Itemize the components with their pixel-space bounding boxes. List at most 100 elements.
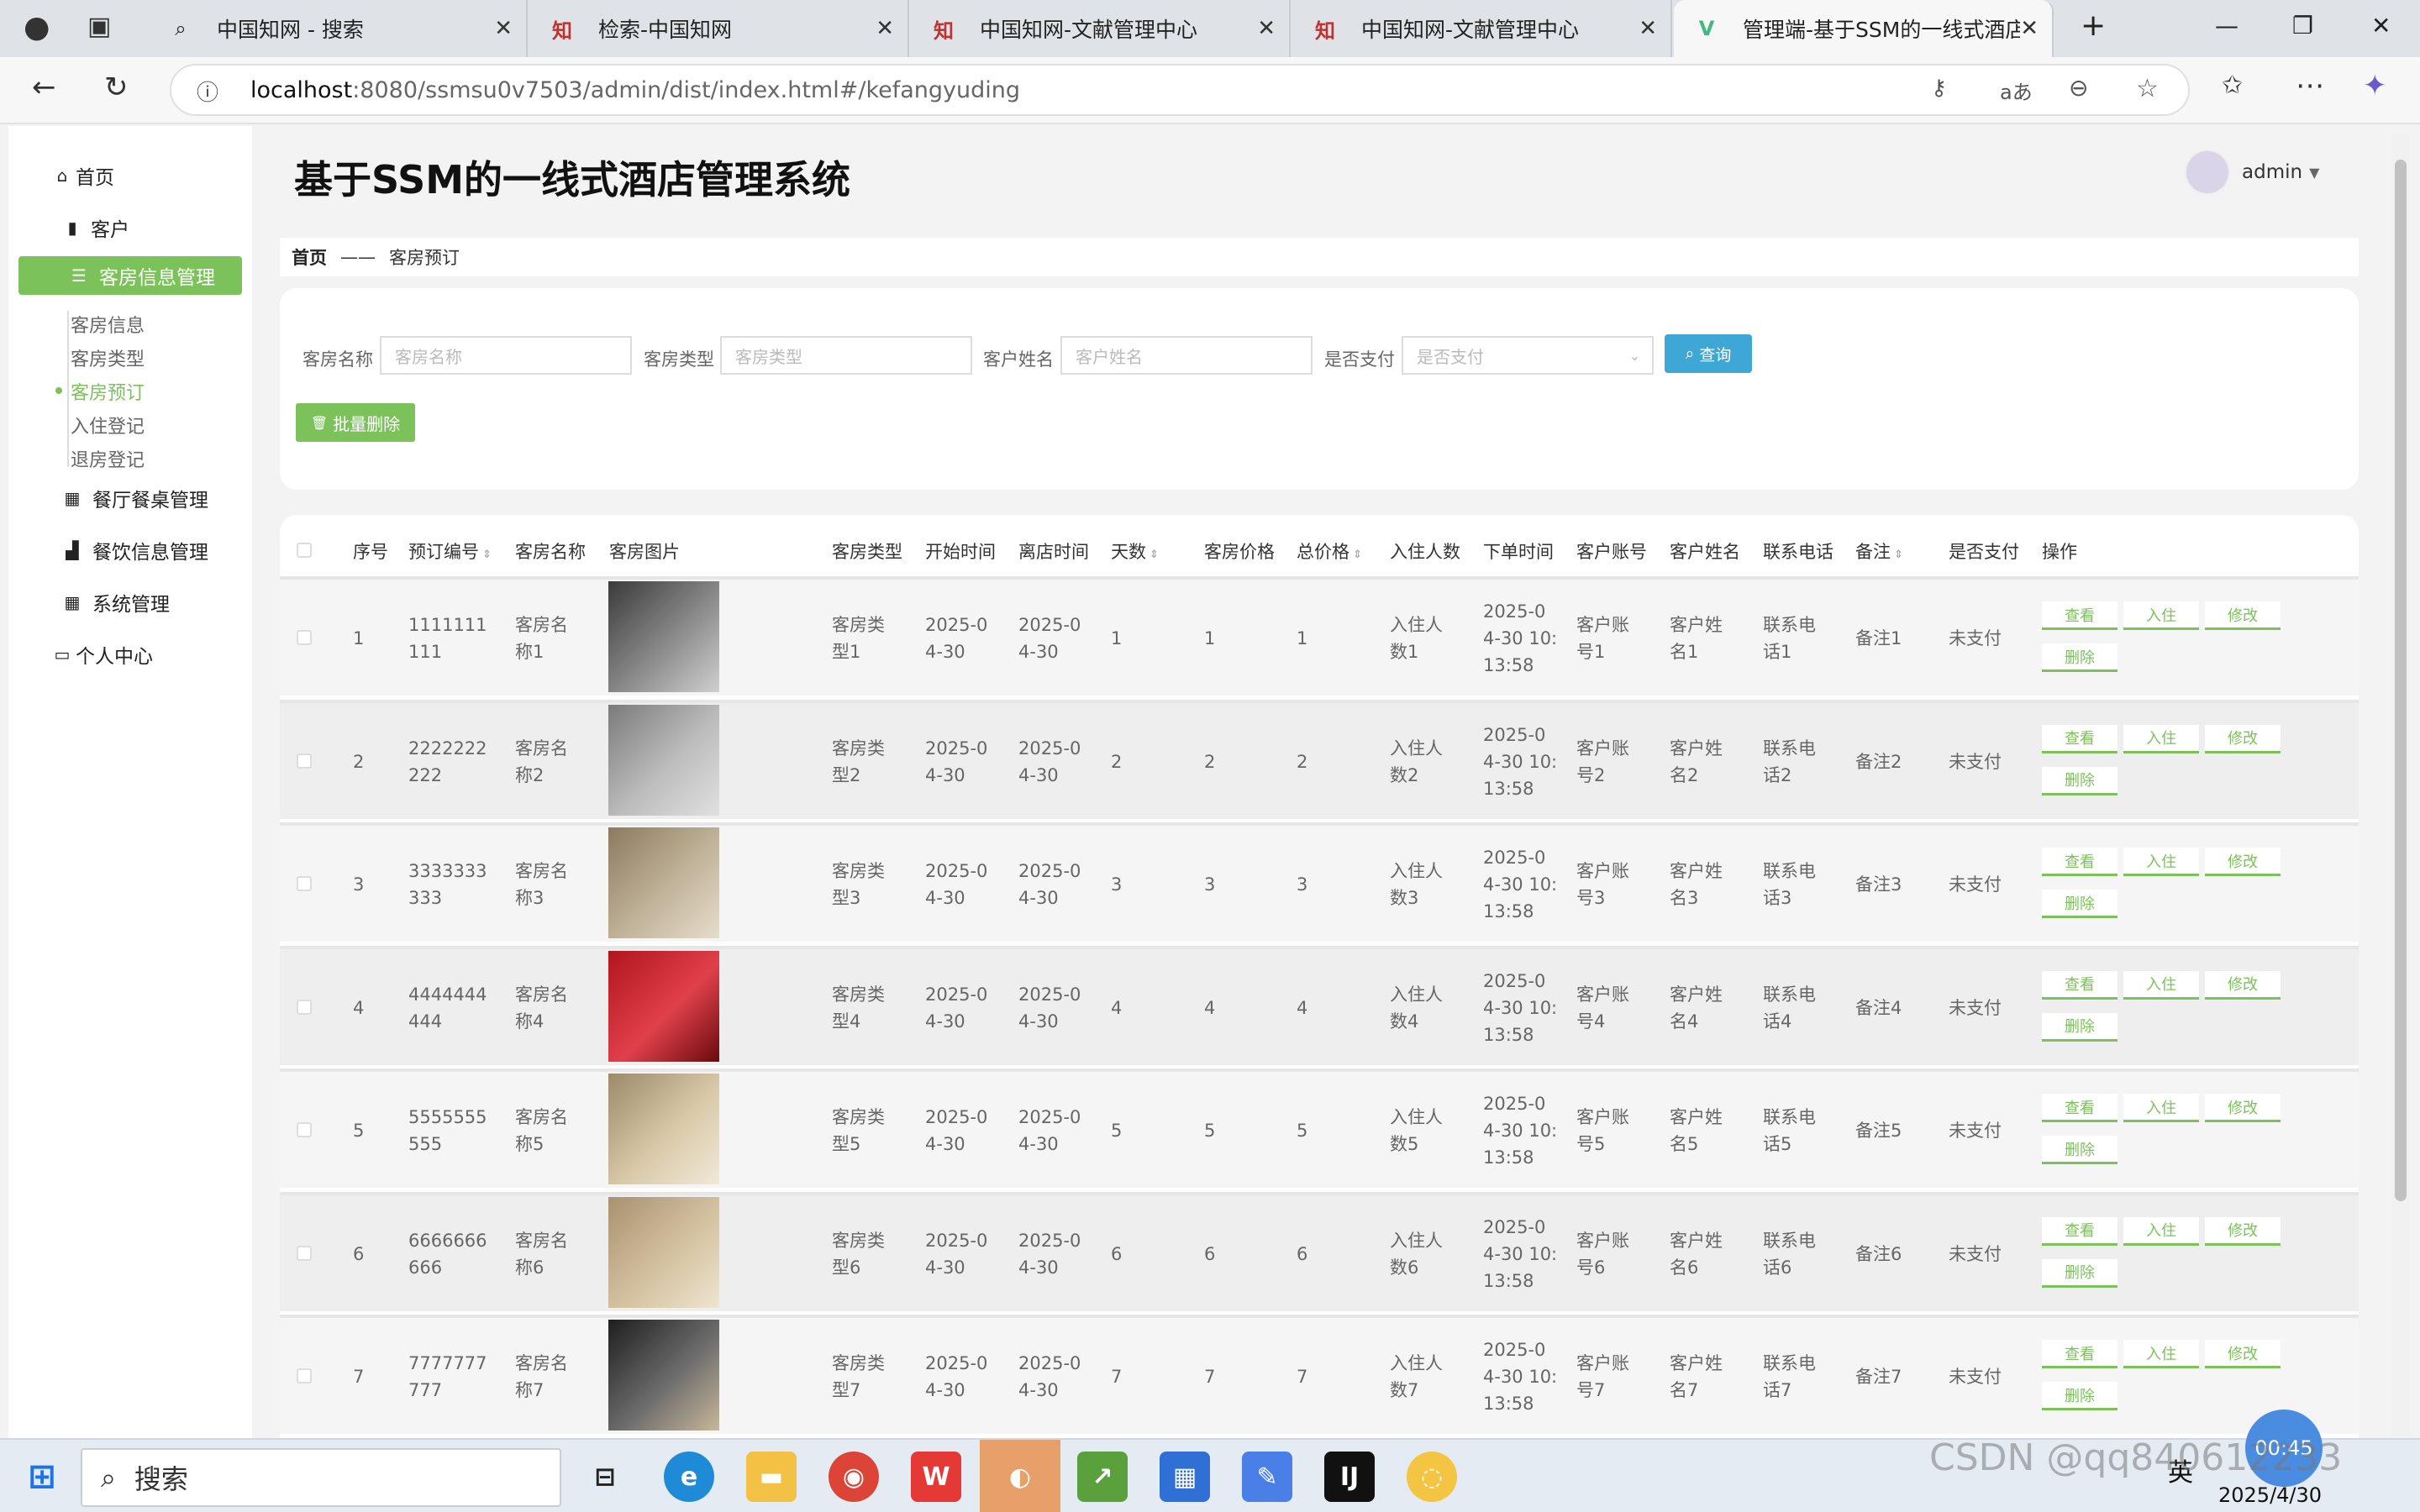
scrollbar-thumb[interactable] bbox=[2395, 160, 2407, 1201]
key-icon[interactable]: ⚷ bbox=[1931, 76, 1947, 101]
sidebar-item-restaurant[interactable]: ▦ 餐厅餐桌管理 bbox=[8, 484, 252, 512]
edit-button[interactable]: 修改 bbox=[2205, 724, 2281, 753]
refresh-icon[interactable]: ↻ bbox=[104, 71, 129, 104]
browser-tab[interactable]: 知 中国知网-文献管理中心 ✕ bbox=[911, 0, 1291, 57]
edit-button[interactable]: 修改 bbox=[2205, 970, 2281, 1000]
sort-icon[interactable]: ⇕ bbox=[1150, 549, 1159, 561]
delete-button[interactable]: 删除 bbox=[2042, 1012, 2118, 1042]
tab-actions-icon[interactable]: ▣ bbox=[87, 12, 111, 41]
jetbrains-icon[interactable]: IJ bbox=[1324, 1452, 1375, 1502]
window-close-icon[interactable]: ✕ bbox=[2371, 12, 2391, 39]
edit-button[interactable]: 修改 bbox=[2205, 848, 2281, 876]
customer-name-input[interactable]: 客户姓名 bbox=[1060, 336, 1313, 375]
windows-start-icon[interactable]: ⊞ bbox=[17, 1452, 67, 1502]
wechat-icon[interactable]: ◐ bbox=[980, 1440, 1060, 1512]
sidebar-item-profile[interactable]: ▭ 个人中心 bbox=[8, 640, 252, 669]
table-row[interactable] bbox=[280, 1191, 2359, 1311]
sort-icon[interactable]: ⇕ bbox=[1353, 549, 1362, 561]
checkin-button[interactable]: 入住 bbox=[2123, 1094, 2199, 1122]
profile-icon[interactable]: ● bbox=[24, 10, 50, 45]
read-aloud-icon[interactable]: aあ bbox=[2000, 76, 2033, 105]
copilot-icon[interactable]: ✦ bbox=[2363, 69, 2387, 102]
table-row[interactable] bbox=[280, 1315, 2359, 1434]
browser-tab-active[interactable]: V 管理端-基于SSM的一线式酒店 ✕ bbox=[1674, 0, 2054, 57]
sidebar-subitem-checkout[interactable]: 退房登记 bbox=[71, 445, 145, 472]
edit-button[interactable]: 修改 bbox=[2205, 1094, 2281, 1122]
room-type-input[interactable]: 客房类型 bbox=[720, 336, 972, 375]
table-row[interactable] bbox=[280, 945, 2359, 1065]
view-button[interactable]: 查看 bbox=[2042, 1094, 2118, 1122]
chrome-icon[interactable]: ◉ bbox=[829, 1452, 879, 1502]
column-header-note[interactable]: 备注 ⇕ bbox=[1855, 538, 1903, 564]
table-row[interactable] bbox=[280, 1068, 2359, 1188]
new-tab-icon[interactable]: + bbox=[2081, 8, 2106, 43]
browser-tab[interactable]: 知 中国知网-文献管理中心 ✕ bbox=[1292, 0, 1672, 57]
edit-button[interactable]: 修改 bbox=[2205, 1216, 2281, 1246]
delete-button[interactable]: 删除 bbox=[2042, 1382, 2118, 1410]
restore-icon[interactable]: ❐ bbox=[2292, 12, 2313, 39]
row-checkbox[interactable] bbox=[297, 1368, 312, 1383]
close-icon[interactable]: ✕ bbox=[1257, 16, 1276, 41]
delete-button[interactable]: 删除 bbox=[2042, 1136, 2118, 1164]
batch-delete-button[interactable]: 🗑 批量删除 bbox=[296, 403, 415, 442]
room-name-input[interactable]: 客房名称 bbox=[380, 336, 632, 375]
table-row[interactable] bbox=[280, 576, 2359, 696]
checkin-button[interactable]: 入住 bbox=[2123, 970, 2199, 1000]
table-row[interactable] bbox=[280, 699, 2359, 819]
favorite-star-icon[interactable]: ☆ bbox=[2136, 74, 2159, 103]
view-button[interactable]: 查看 bbox=[2042, 1340, 2118, 1368]
close-icon[interactable]: ✕ bbox=[494, 16, 513, 41]
checkin-button[interactable]: 入住 bbox=[2123, 848, 2199, 876]
delete-button[interactable]: 删除 bbox=[2042, 643, 2118, 672]
view-button[interactable]: 查看 bbox=[2042, 601, 2118, 630]
browser-app-icon[interactable]: ◌ bbox=[1407, 1452, 1457, 1502]
view-button[interactable]: 查看 bbox=[2042, 724, 2118, 753]
breadcrumb-home[interactable]: 首页 bbox=[292, 244, 327, 270]
note-app-icon[interactable]: ✎ bbox=[1242, 1452, 1292, 1502]
view-button[interactable]: 查看 bbox=[2042, 970, 2118, 1000]
info-icon[interactable]: ⓘ bbox=[197, 76, 218, 107]
table-row[interactable] bbox=[280, 822, 2359, 942]
more-icon[interactable]: ⋯ bbox=[2296, 69, 2324, 102]
grid-app-icon[interactable]: ▦ bbox=[1160, 1452, 1210, 1502]
sidebar-item-customer[interactable]: ▮ 客户 bbox=[8, 213, 252, 242]
sidebar-subitem-room-booking[interactable]: 客房预订 bbox=[71, 378, 145, 405]
sidebar-subitem-room-info[interactable]: 客房信息 bbox=[71, 311, 145, 338]
paid-select[interactable]: 是否支付 ⌄ bbox=[1402, 336, 1654, 375]
delete-button[interactable]: 删除 bbox=[2042, 766, 2118, 795]
user-menu[interactable]: admin ▼ bbox=[2185, 150, 2319, 195]
row-checkbox[interactable] bbox=[297, 876, 312, 891]
checkin-button[interactable]: 入住 bbox=[2123, 1216, 2199, 1246]
close-icon[interactable]: ✕ bbox=[1639, 16, 1657, 41]
checkin-button[interactable]: 入住 bbox=[2123, 601, 2199, 630]
close-icon[interactable]: ✕ bbox=[2020, 16, 2039, 41]
row-checkbox[interactable] bbox=[297, 1245, 312, 1261]
sort-icon[interactable]: ⇕ bbox=[482, 549, 492, 561]
row-checkbox[interactable] bbox=[297, 1122, 312, 1137]
zoom-icon[interactable]: ⊖ bbox=[2069, 74, 2088, 102]
clock-date[interactable]: 2025/4/30 bbox=[2218, 1483, 2322, 1507]
edit-button[interactable]: 修改 bbox=[2205, 1340, 2281, 1368]
row-checkbox[interactable] bbox=[297, 999, 312, 1015]
search-button[interactable]: ⌕ 查询 bbox=[1665, 334, 1752, 373]
column-header-days[interactable]: 天数 ⇕ bbox=[1111, 538, 1159, 564]
edge-icon[interactable]: e bbox=[664, 1452, 714, 1502]
sidebar-subitem-checkin[interactable]: 入住登记 bbox=[71, 412, 145, 438]
close-icon[interactable]: ✕ bbox=[876, 16, 894, 41]
minimize-icon[interactable]: — bbox=[2215, 12, 2238, 39]
chart-app-icon[interactable]: ↗ bbox=[1077, 1452, 1128, 1502]
browser-tab[interactable]: ⌕ 中国知网 - 搜索 ✕ bbox=[148, 0, 528, 57]
sort-icon[interactable]: ⇕ bbox=[1894, 549, 1903, 561]
view-button[interactable]: 查看 bbox=[2042, 1216, 2118, 1246]
row-checkbox[interactable] bbox=[297, 630, 312, 645]
delete-button[interactable]: 删除 bbox=[2042, 890, 2118, 918]
checkin-button[interactable]: 入住 bbox=[2123, 724, 2199, 753]
select-all-checkbox[interactable] bbox=[297, 543, 312, 558]
sidebar-subitem-room-type[interactable]: 客房类型 bbox=[71, 344, 145, 371]
column-header-total-price[interactable]: 总价格 ⇕ bbox=[1297, 538, 1362, 564]
favorites-icon[interactable]: ✩ bbox=[2222, 71, 2243, 100]
column-header-booking-code[interactable]: 预订编号 ⇕ bbox=[408, 538, 492, 564]
sidebar-item-home[interactable]: ⌂ 首页 bbox=[8, 161, 252, 190]
delete-button[interactable]: 删除 bbox=[2042, 1258, 2118, 1288]
sidebar-item-dining[interactable]: ▟ 餐饮信息管理 bbox=[8, 536, 252, 564]
